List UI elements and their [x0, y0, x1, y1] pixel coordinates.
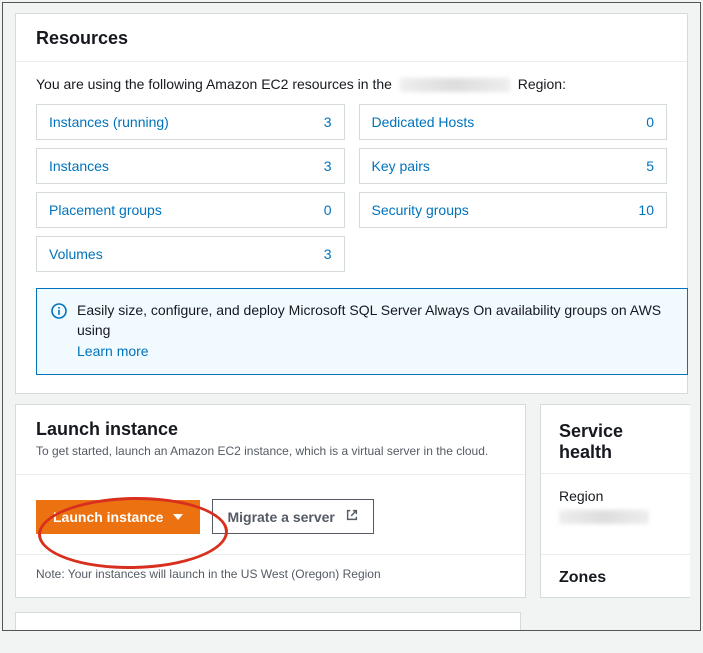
launch-title: Launch instance	[36, 419, 505, 440]
service-health-card: Service health Region Zones	[540, 404, 690, 598]
launch-instance-card: Launch instance To get started, launch a…	[15, 404, 526, 598]
launch-header: Launch instance To get started, launch a…	[16, 405, 525, 464]
resources-body: You are using the following Amazon EC2 r…	[16, 62, 687, 393]
info-text: Easily size, configure, and deploy Micro…	[77, 301, 673, 362]
launch-note: Note: Your instances will launch in the …	[16, 555, 525, 595]
zones-section: Zones	[541, 554, 690, 597]
resources-title: Resources	[36, 28, 667, 49]
banner-text: Easily size, configure, and deploy Micro…	[77, 302, 661, 338]
resource-security-groups[interactable]: Security groups 10	[359, 192, 668, 228]
resource-count: 5	[646, 158, 654, 174]
region-value-redacted	[559, 510, 649, 524]
learn-more-link[interactable]: Learn more	[77, 342, 149, 362]
region-redacted	[400, 78, 510, 92]
resource-key-pairs[interactable]: Key pairs 5	[359, 148, 668, 184]
resource-count: 0	[646, 114, 654, 130]
launch-instance-button[interactable]: Launch instance	[36, 500, 200, 534]
resource-instances[interactable]: Instances 3	[36, 148, 345, 184]
resource-label: Dedicated Hosts	[372, 114, 475, 130]
launch-instance-button-label: Launch instance	[53, 509, 163, 525]
resource-count: 3	[324, 246, 332, 262]
external-link-icon	[345, 508, 359, 525]
migrate-server-button-label: Migrate a server	[227, 509, 334, 525]
resources-intro: You are using the following Amazon EC2 r…	[36, 76, 667, 92]
intro-pre: You are using the following Amazon EC2 r…	[36, 76, 392, 92]
dashboard-root: Resources You are using the following Am…	[2, 2, 701, 631]
resource-placement-groups[interactable]: Placement groups 0	[36, 192, 345, 228]
resource-grid: Instances (running) 3 Dedicated Hosts 0 …	[36, 104, 667, 272]
service-health-title: Service health	[559, 421, 672, 463]
resource-label: Placement groups	[49, 202, 162, 218]
health-region-section: Region	[541, 473, 690, 554]
launch-body: Launch instance Migrate a server	[16, 474, 525, 555]
migrate-server-button[interactable]: Migrate a server	[212, 499, 373, 534]
resource-count: 3	[324, 114, 332, 130]
resources-header: Resources	[16, 14, 687, 62]
card-stub	[15, 612, 521, 630]
resource-instances-running[interactable]: Instances (running) 3	[36, 104, 345, 140]
resource-label: Security groups	[372, 202, 469, 218]
info-banner: Easily size, configure, and deploy Micro…	[36, 288, 688, 375]
health-header: Service health	[541, 405, 690, 473]
launch-subtitle: To get started, launch an Amazon EC2 ins…	[36, 444, 505, 458]
resource-label: Volumes	[49, 246, 103, 262]
resources-card: Resources You are using the following Am…	[15, 13, 688, 394]
intro-post: Region:	[518, 76, 566, 92]
region-label: Region	[559, 488, 672, 504]
lower-row: Launch instance To get started, launch a…	[15, 404, 688, 598]
info-icon	[51, 303, 67, 322]
resource-label: Key pairs	[372, 158, 430, 174]
resource-count: 0	[324, 202, 332, 218]
chevron-down-icon	[173, 514, 183, 520]
resource-count: 10	[638, 202, 654, 218]
zones-title: Zones	[559, 569, 672, 587]
resource-count: 3	[324, 158, 332, 174]
resource-volumes[interactable]: Volumes 3	[36, 236, 345, 272]
resource-label: Instances (running)	[49, 114, 169, 130]
resource-label: Instances	[49, 158, 109, 174]
resource-dedicated-hosts[interactable]: Dedicated Hosts 0	[359, 104, 668, 140]
